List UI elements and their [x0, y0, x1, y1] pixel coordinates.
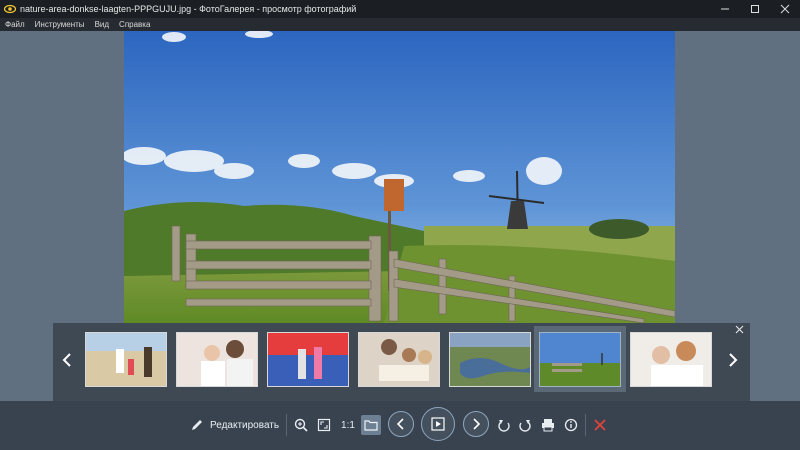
- chevron-right-icon[interactable]: [723, 345, 743, 375]
- close-icon[interactable]: [770, 0, 800, 18]
- minimize-icon[interactable]: [710, 0, 740, 18]
- thumbnail-girl-mother[interactable]: [176, 332, 258, 387]
- edit-label: Редактировать: [210, 419, 280, 431]
- toolbar-divider: [585, 414, 586, 436]
- delete-icon[interactable]: [591, 415, 609, 435]
- pencil-icon: [192, 420, 202, 430]
- main-photo[interactable]: [124, 31, 675, 323]
- next-photo-icon[interactable]: [463, 411, 489, 437]
- fit-to-window-icon[interactable]: [315, 415, 333, 435]
- info-icon[interactable]: [562, 415, 580, 435]
- rotate-left-icon[interactable]: [495, 415, 513, 435]
- print-icon[interactable]: [539, 415, 557, 435]
- bottom-toolbar: Редактировать 1:1: [0, 401, 800, 450]
- thumbnail-family-reading[interactable]: [358, 332, 440, 387]
- zoom-ratio-button[interactable]: 1:1: [338, 415, 358, 435]
- maximize-icon[interactable]: [740, 0, 770, 18]
- slideshow-play-icon[interactable]: [421, 407, 455, 441]
- rotate-right-icon[interactable]: [516, 415, 534, 435]
- chevron-left-icon[interactable]: [57, 345, 77, 375]
- thumbnail-mother-child[interactable]: [630, 332, 712, 387]
- menu-help[interactable]: Справка: [114, 20, 155, 29]
- menu-file[interactable]: Файл: [0, 20, 30, 29]
- folder-icon[interactable]: [361, 415, 381, 435]
- edit-button[interactable]: Редактировать: [190, 415, 280, 435]
- menu-bar: Файл Инструменты Вид Справка: [0, 18, 800, 31]
- filmstrip-close-icon[interactable]: [735, 325, 744, 337]
- title-bar: nature-area-donkse-laagten-PPPGUJU.jpg -…: [0, 0, 800, 18]
- window-title: nature-area-donkse-laagten-PPPGUJU.jpg -…: [20, 4, 357, 14]
- thumbnail-beach-family[interactable]: [85, 332, 167, 387]
- thumbnail-wetland-aerial[interactable]: [449, 332, 531, 387]
- filmstrip: [53, 323, 750, 401]
- app-eye-icon: [4, 4, 16, 14]
- menu-tools[interactable]: Инструменты: [30, 20, 90, 29]
- toolbar-divider: [286, 414, 287, 436]
- thumbnail-windmill-landscape[interactable]: [539, 332, 621, 387]
- previous-photo-icon[interactable]: [388, 411, 414, 437]
- menu-view[interactable]: Вид: [90, 20, 114, 29]
- thumbnail-kids-gym[interactable]: [267, 332, 349, 387]
- zoom-in-icon[interactable]: [292, 415, 310, 435]
